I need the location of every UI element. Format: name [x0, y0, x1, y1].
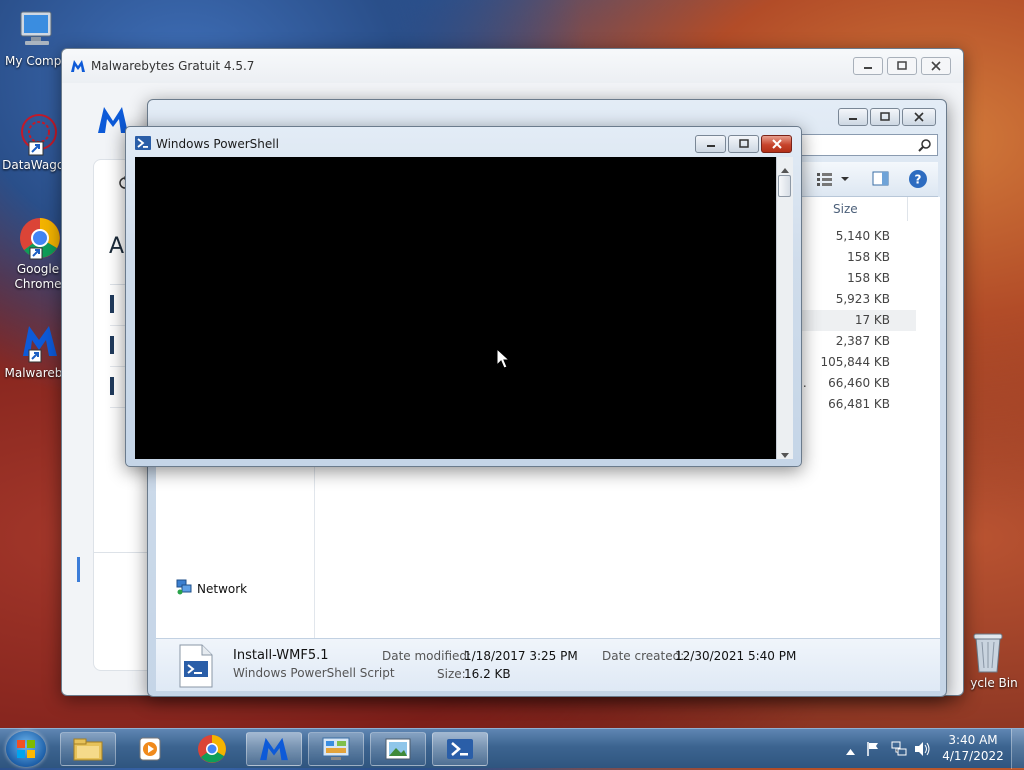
malwarebytes-minimize-button[interactable] [853, 57, 883, 75]
volume-icon[interactable] [914, 741, 932, 760]
chrome-icon [16, 216, 60, 260]
details-size: 16.2 KB [464, 667, 511, 681]
file-size-cell: 66,481 KB [828, 397, 890, 411]
scroll-up-icon[interactable] [781, 162, 789, 176]
file-size-cell: 5,923 KB [835, 292, 890, 306]
maximize-icon [738, 139, 749, 148]
maximize-icon [880, 112, 890, 121]
details-size-label: Size: [437, 667, 466, 681]
minimize-icon [864, 67, 872, 69]
control-panel-icon [322, 737, 350, 760]
show-hidden-icons-icon[interactable] [846, 744, 855, 758]
nav-item-label: Network [197, 581, 248, 596]
svg-text:?: ? [915, 173, 922, 187]
close-icon [914, 112, 924, 122]
malwarebytes-title: Malwarebytes Gratuit 4.5.7 [91, 59, 255, 73]
taskbar-powershell-button[interactable] [432, 732, 488, 766]
clock-date: 4/17/2022 [942, 749, 1004, 763]
nav-item-network[interactable]: Network [176, 579, 247, 598]
malwarebytes-icon [15, 320, 59, 364]
view-options-icon[interactable] [817, 172, 851, 189]
help-icon[interactable]: ? [908, 169, 928, 192]
taskbar-media-player-button[interactable] [122, 732, 178, 766]
taskbar-chrome-button[interactable] [184, 732, 240, 766]
network-icon [176, 579, 192, 598]
details-date-modified-label: Date modified: [382, 649, 472, 663]
file-size-cell: 17 KB [854, 313, 890, 327]
close-icon [931, 61, 941, 71]
taskbar-control-panel-button[interactable] [308, 732, 364, 766]
powershell-icon [135, 136, 151, 153]
scroll-down-icon[interactable] [781, 447, 789, 461]
maximize-icon [897, 61, 907, 70]
datawagon-icon [15, 112, 59, 156]
malwarebytes-maximize-button[interactable] [887, 57, 917, 75]
powershell-title: Windows PowerShell [156, 137, 279, 151]
details-date-created-label: Date created: [602, 649, 685, 663]
details-date-modified: 1/18/2017 3:25 PM [464, 649, 578, 663]
explorer-close-button[interactable] [902, 108, 936, 126]
preview-pane-icon[interactable] [872, 171, 890, 190]
malwarebytes-close-button[interactable] [921, 57, 951, 75]
start-button[interactable] [6, 731, 46, 767]
show-desktop-button[interactable] [1011, 729, 1024, 769]
taskbar-image-viewer-button[interactable] [370, 732, 426, 766]
close-icon [771, 139, 782, 149]
details-file-type: Windows PowerShell Script [233, 666, 395, 680]
media-player-icon [139, 737, 161, 761]
file-size-cell: 158 KB [847, 271, 890, 285]
recycle-bin-icon [966, 630, 1010, 674]
powershell-console[interactable] [135, 157, 776, 459]
powershell-maximize-button[interactable] [728, 135, 759, 153]
malwarebytes-icon [260, 737, 288, 761]
action-center-flag-icon[interactable] [866, 741, 880, 760]
windows-logo-icon [17, 740, 35, 758]
taskbar-malwarebytes-button[interactable] [246, 732, 302, 766]
minimize-icon [849, 118, 857, 120]
minimize-icon [706, 145, 715, 147]
explorer-maximize-button[interactable] [870, 108, 900, 126]
folder-icon [73, 738, 103, 761]
file-size-cell: 105,844 KB [820, 355, 890, 369]
powershell-close-button[interactable] [761, 135, 792, 153]
clock[interactable]: 3:40 AM 4/17/2022 [940, 732, 1006, 764]
details-date-created: 12/30/2021 5:40 PM [675, 649, 797, 663]
column-header-label: Size [833, 202, 858, 216]
powershell-titlebar[interactable]: Windows PowerShell [126, 127, 801, 157]
file-size-cell: 2,387 KB [835, 334, 890, 348]
search-icon [918, 138, 932, 155]
malwarebytes-titlebar[interactable]: Malwarebytes Gratuit 4.5.7 [62, 49, 963, 83]
powershell-icon [447, 739, 473, 759]
network-tray-icon[interactable] [891, 741, 907, 760]
powershell-window: Windows PowerShell [125, 126, 802, 467]
powershell-scrollbar[interactable] [776, 157, 793, 459]
malwarebytes-bar-accent [77, 557, 80, 582]
taskbar: 3:40 AM 4/17/2022 [0, 728, 1024, 769]
computer-icon [15, 8, 59, 52]
malwarebytes-heading: A [109, 234, 125, 259]
explorer-minimize-button[interactable] [838, 108, 868, 126]
column-header-size[interactable]: Size [827, 197, 908, 221]
file-size-cell: 66,460 KB [828, 376, 890, 390]
malwarebytes-logo-icon [70, 58, 86, 77]
image-viewer-icon [385, 738, 411, 760]
mouse-cursor-icon [496, 347, 511, 373]
file-size-cell: 158 KB [847, 250, 890, 264]
chrome-icon [198, 735, 226, 763]
clock-time: 3:40 AM [948, 733, 998, 747]
taskbar-explorer-button[interactable] [60, 732, 116, 766]
scrollbar-thumb[interactable] [778, 175, 791, 197]
desktop-icon-label: ycle Bin [970, 676, 1018, 690]
file-size-cell: 5,140 KB [835, 229, 890, 243]
details-file-name: Install-WMF5.1 [233, 648, 329, 663]
explorer-search-input[interactable] [796, 134, 938, 156]
details-pane: Install-WMF5.1 Windows PowerShell Script… [156, 638, 940, 691]
powershell-script-icon [176, 643, 216, 692]
powershell-minimize-button[interactable] [695, 135, 726, 153]
